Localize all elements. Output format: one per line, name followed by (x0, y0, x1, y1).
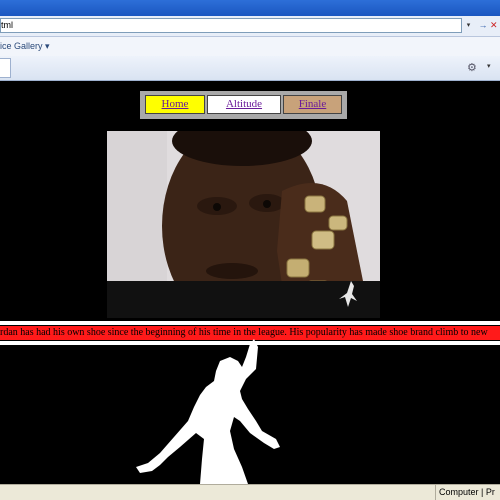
nav-link-finale[interactable]: Finale (283, 95, 342, 114)
status-bar: Computer | Pr (0, 484, 500, 500)
nav-link-altitude[interactable]: Altitude (207, 95, 281, 114)
hero-photo (107, 131, 380, 318)
tools-dropdown-icon[interactable]: ▾ (487, 62, 491, 70)
nav-menu: Home Altitude Finale (140, 91, 347, 119)
status-zone-label: Computer | Pr (435, 485, 500, 500)
refresh-go-icon[interactable]: → (476, 18, 490, 33)
nav-link-home[interactable]: Home (145, 95, 205, 114)
chevron-down-icon[interactable]: ▾ (45, 41, 50, 51)
page-content: Home Altitude Finale rdan has had his ow… (0, 81, 500, 484)
tools-icon[interactable]: ⚙ (467, 61, 477, 74)
address-input[interactable]: tml (0, 18, 462, 33)
nav-table: Home Altitude Finale (145, 95, 342, 114)
favorites-bar: ice Gallery ▾ (0, 37, 500, 56)
address-dropdown-icon[interactable]: ▾ (463, 19, 474, 32)
browser-tab[interactable] (0, 58, 11, 78)
favorites-item-web-slice-gallery[interactable]: ice Gallery (0, 41, 43, 51)
stop-icon[interactable]: ✕ (490, 18, 500, 33)
window-titlebar (0, 0, 500, 16)
tab-row: ⚙ ▾ (0, 56, 500, 81)
jumpman-logo-icon (136, 339, 280, 484)
jordan-portrait-image (107, 131, 380, 318)
address-bar: tml ▾ → ✕ (0, 16, 500, 37)
